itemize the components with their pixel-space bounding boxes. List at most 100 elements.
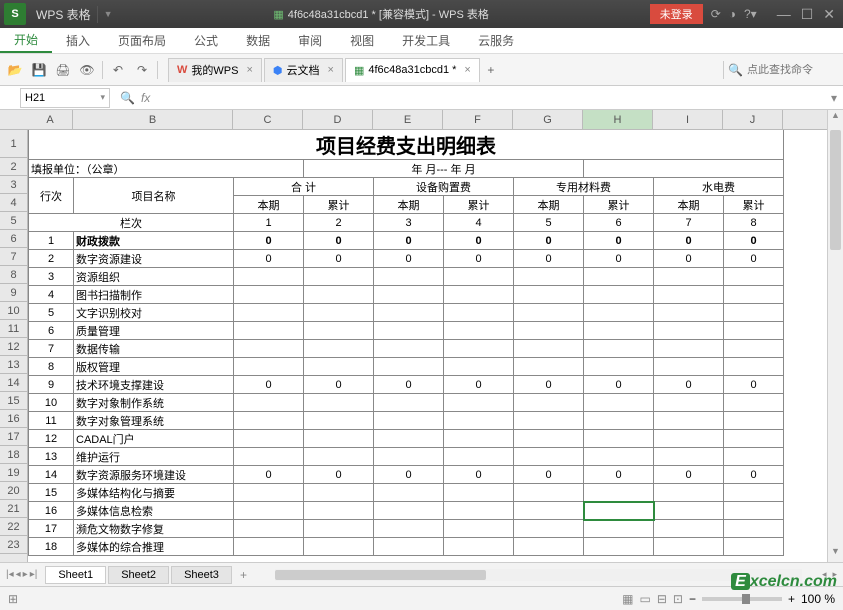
cell[interactable] [234, 448, 304, 466]
view-normal-icon[interactable]: ▦ [622, 592, 633, 606]
cell[interactable] [654, 394, 724, 412]
cell[interactable] [654, 412, 724, 430]
cell[interactable]: 0 [234, 232, 304, 250]
dropdown-icon[interactable]: ▼ [104, 9, 113, 19]
cell[interactable] [514, 412, 584, 430]
cell[interactable] [304, 358, 374, 376]
cell[interactable] [654, 448, 724, 466]
cell[interactable] [234, 322, 304, 340]
nav-next-icon[interactable]: ▸ [23, 569, 28, 580]
tab-close-icon[interactable]: × [328, 64, 334, 76]
cell[interactable] [514, 358, 584, 376]
cell[interactable] [514, 430, 584, 448]
cell[interactable] [444, 538, 514, 556]
cell[interactable] [304, 340, 374, 358]
row-header-20[interactable]: 20 [0, 482, 27, 500]
cell[interactable] [374, 520, 444, 538]
cell[interactable] [444, 430, 514, 448]
zoom-fit-icon[interactable]: ⊡ [673, 592, 683, 606]
view-page-icon[interactable]: ▭ [639, 592, 650, 606]
col-header-C[interactable]: C [233, 110, 303, 129]
cell[interactable] [724, 268, 784, 286]
cell[interactable] [724, 358, 784, 376]
cell[interactable] [584, 340, 654, 358]
cell[interactable]: 0 [374, 250, 444, 268]
cell[interactable] [444, 394, 514, 412]
cell[interactable]: 0 [234, 250, 304, 268]
zoom-value[interactable]: 100 % [801, 592, 835, 606]
sheet-tab-Sheet3[interactable]: Sheet3 [171, 566, 232, 584]
cell[interactable] [724, 304, 784, 322]
cell[interactable]: 0 [724, 376, 784, 394]
cell[interactable]: 0 [304, 466, 374, 484]
cell[interactable] [234, 268, 304, 286]
row-header-5[interactable]: 5 [0, 212, 27, 230]
cell[interactable] [584, 286, 654, 304]
row-header-12[interactable]: 12 [0, 338, 27, 356]
cell[interactable] [444, 502, 514, 520]
cell[interactable] [724, 322, 784, 340]
row-header-2[interactable]: 2 [0, 158, 27, 176]
cell[interactable]: 0 [514, 232, 584, 250]
cell[interactable] [724, 394, 784, 412]
menu-视图[interactable]: 视图 [336, 28, 388, 53]
row-header-11[interactable]: 11 [0, 320, 27, 338]
row-header-23[interactable]: 23 [0, 536, 27, 554]
cell[interactable] [584, 412, 654, 430]
preview-icon[interactable]: 👁 [78, 61, 96, 79]
save-icon[interactable]: 💾 [30, 61, 48, 79]
cell[interactable] [514, 322, 584, 340]
cell[interactable] [724, 340, 784, 358]
cell[interactable]: 0 [584, 232, 654, 250]
row-header-3[interactable]: 3 [0, 176, 27, 194]
maximize-button[interactable]: ☐ [801, 6, 814, 23]
row-header-10[interactable]: 10 [0, 302, 27, 320]
cell[interactable]: 0 [584, 376, 654, 394]
cell[interactable] [514, 340, 584, 358]
menu-开发工具[interactable]: 开发工具 [388, 28, 464, 53]
sync-icon[interactable]: ⟳ [711, 7, 721, 21]
select-all-corner[interactable] [0, 110, 28, 130]
cell[interactable] [304, 430, 374, 448]
cell[interactable] [514, 448, 584, 466]
cell[interactable] [654, 430, 724, 448]
row-header-18[interactable]: 18 [0, 446, 27, 464]
cell[interactable] [654, 268, 724, 286]
menu-插入[interactable]: 插入 [52, 28, 104, 53]
scroll-thumb[interactable] [830, 130, 841, 250]
row-header-14[interactable]: 14 [0, 374, 27, 392]
cell[interactable] [514, 268, 584, 286]
tab-close-icon[interactable]: × [464, 64, 470, 76]
cell[interactable] [374, 268, 444, 286]
cell[interactable] [234, 430, 304, 448]
cell[interactable]: 0 [514, 466, 584, 484]
cell[interactable]: 0 [654, 376, 724, 394]
cell[interactable] [654, 340, 724, 358]
col-header-J[interactable]: J [723, 110, 783, 129]
cell[interactable]: 0 [724, 466, 784, 484]
tab-mywps[interactable]: W 我的WPS × [168, 58, 262, 82]
vertical-scrollbar[interactable]: ▲ ▼ [827, 110, 843, 562]
cell[interactable] [584, 394, 654, 412]
row-header-21[interactable]: 21 [0, 500, 27, 518]
tab-close-icon[interactable]: × [246, 64, 252, 76]
cell[interactable]: 0 [444, 232, 514, 250]
cell[interactable] [374, 448, 444, 466]
nav-first-icon[interactable]: |◂ [6, 569, 14, 580]
cell[interactable] [234, 394, 304, 412]
cell[interactable] [514, 286, 584, 304]
cell[interactable] [374, 430, 444, 448]
scroll-down-icon[interactable]: ▼ [828, 546, 843, 562]
zoom-slider[interactable] [702, 597, 782, 601]
cell[interactable] [234, 340, 304, 358]
cell[interactable]: 0 [444, 376, 514, 394]
expand-formula-icon[interactable]: ▾ [825, 91, 843, 105]
cell[interactable] [444, 358, 514, 376]
cell[interactable] [724, 502, 784, 520]
cell[interactable] [654, 358, 724, 376]
cell[interactable] [374, 340, 444, 358]
cell[interactable] [444, 340, 514, 358]
cell[interactable] [444, 268, 514, 286]
cell[interactable]: 0 [724, 250, 784, 268]
cell[interactable] [724, 412, 784, 430]
